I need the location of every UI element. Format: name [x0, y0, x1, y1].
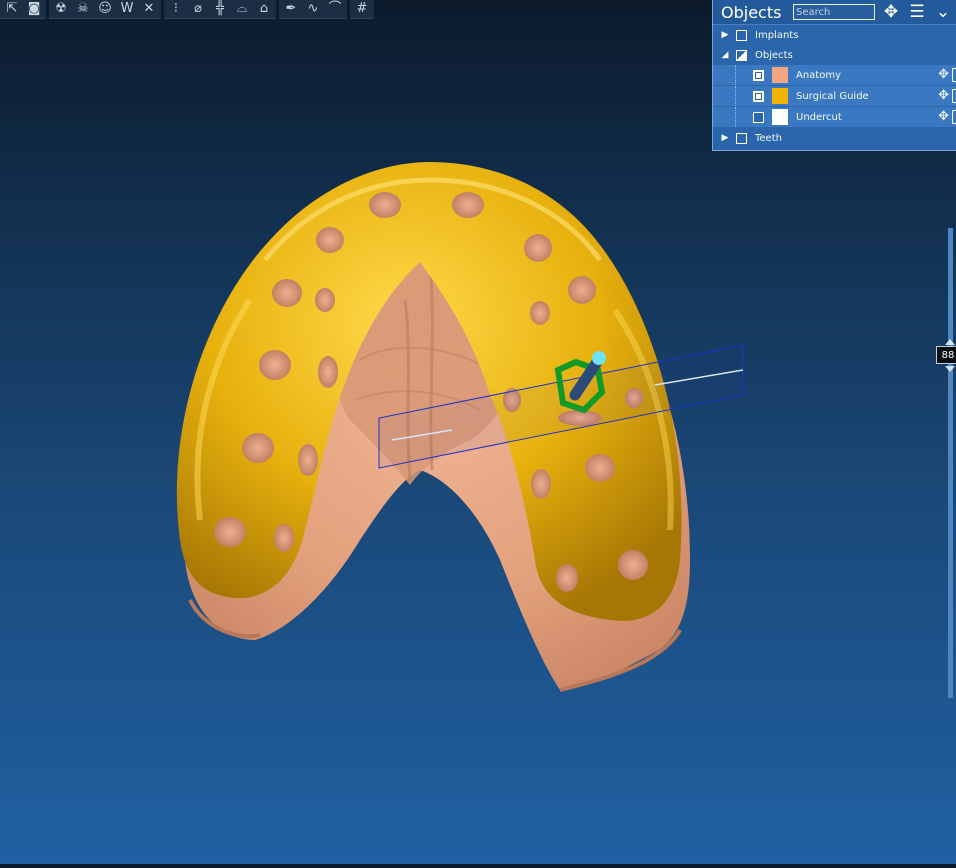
tree-item-label: Anatomy [796, 69, 842, 81]
radiation-icon[interactable]: ☢ [52, 1, 70, 17]
close-icon[interactable]: ✕ [140, 1, 158, 17]
slider-up-icon[interactable] [945, 339, 955, 345]
spline-icon[interactable]: ⌒ [326, 1, 344, 17]
move-icon[interactable]: ✥ [938, 67, 949, 82]
move-icon[interactable]: ✥ [938, 109, 949, 124]
checkbox-teeth[interactable] [736, 132, 747, 144]
checkbox-anatomy[interactable] [753, 69, 764, 81]
tree-connector [735, 65, 736, 85]
collapse-down-icon[interactable]: ◢ [720, 50, 730, 60]
face-icon[interactable]: ☺ [96, 1, 114, 17]
tooth-icon[interactable]: W [118, 1, 136, 17]
checkbox-implants[interactable] [736, 29, 747, 41]
clip-slider-value[interactable]: 88 [936, 346, 956, 364]
tree-item-label: Surgical Guide [796, 90, 869, 102]
row-tools: ✥ [938, 109, 956, 124]
tree-item-label: Implants [755, 29, 799, 41]
toolbar-group-grid: # [350, 0, 374, 19]
tree-item-label: Objects [755, 49, 793, 61]
grid-icon[interactable]: # [353, 1, 371, 17]
tree-item-anatomy[interactable]: Anatomy ✥ [713, 65, 956, 86]
toolbar-group-planning: ⁝ ⌀ ╬ ⌓ ⌂ [164, 0, 276, 19]
objects-panel: Objects ✥ ☰ ⌄ ▶ Implants ◢ Objects Anato… [712, 0, 956, 151]
tree-connector [735, 107, 736, 127]
arch-icon[interactable]: ⌓ [233, 1, 251, 17]
move-icon[interactable]: ✥ [938, 88, 949, 103]
objects-panel-header: Objects ✥ ☰ ⌄ [713, 0, 956, 25]
row-tools: ✥ [938, 88, 956, 103]
edit-box-icon[interactable] [952, 67, 956, 82]
clip-slider-track[interactable] [948, 228, 953, 698]
tree-item-implants[interactable]: ▶ Implants [713, 25, 956, 45]
color-swatch-undercut[interactable] [772, 109, 788, 125]
curve-icon[interactable]: ∿ [304, 1, 322, 17]
toolbar-group-scan: ☢ ☠ ☺ W ✕ [49, 0, 161, 19]
tree-item-undercut[interactable]: Undercut ✥ [713, 107, 956, 128]
toolbar-group-view: ⇱ ◙ [0, 0, 46, 19]
guide-icon[interactable]: ⌀ [189, 1, 207, 17]
cursor-icon[interactable]: ⇱ [3, 1, 21, 17]
panel-title: Objects [721, 2, 782, 22]
top-toolbar: ⇱ ◙ ☢ ☠ ☺ W ✕ ⁝ ⌀ ╬ ⌓ ⌂ ✒ ∿ ⌒ # [0, 0, 374, 19]
checkbox-surgical-guide[interactable] [753, 90, 764, 102]
toolbar-group-drawing: ✒ ∿ ⌒ [279, 0, 347, 19]
gum-icon[interactable]: ⌂ [255, 1, 273, 17]
expand-right-icon[interactable]: ▶ [720, 133, 730, 143]
tree-item-label: Teeth [755, 132, 782, 144]
color-swatch-surgical-guide[interactable] [772, 88, 788, 104]
slider-down-icon[interactable] [945, 366, 955, 372]
search-input[interactable] [793, 4, 875, 20]
tree-item-objects[interactable]: ◢ Objects [713, 45, 956, 65]
tree-item-surgical-guide[interactable]: Surgical Guide ✥ [713, 86, 956, 107]
checkbox-undercut[interactable] [753, 111, 764, 123]
row-tools: ✥ [938, 67, 956, 82]
skull-icon[interactable]: ☠ [74, 1, 92, 17]
color-swatch-anatomy[interactable] [772, 67, 788, 83]
move-icon[interactable]: ✥ [881, 2, 901, 22]
tree-connector [735, 86, 736, 106]
tree-item-teeth[interactable]: ▶ Teeth [713, 128, 956, 148]
tree-item-label: Undercut [796, 111, 842, 123]
pen-icon[interactable]: ✒ [282, 1, 300, 17]
expand-right-icon[interactable]: ▶ [720, 30, 730, 40]
checkbox-objects[interactable] [736, 49, 747, 61]
chevron-down-icon[interactable]: ⌄ [933, 2, 953, 22]
edit-box-icon[interactable] [952, 109, 956, 124]
implant-icon[interactable]: ⁝ [167, 1, 185, 17]
edit-box-icon[interactable] [952, 88, 956, 103]
teeth-icon[interactable]: ╬ [211, 1, 229, 17]
list-icon[interactable]: ☰ [907, 2, 927, 22]
camera-icon[interactable]: ◙ [25, 1, 43, 17]
